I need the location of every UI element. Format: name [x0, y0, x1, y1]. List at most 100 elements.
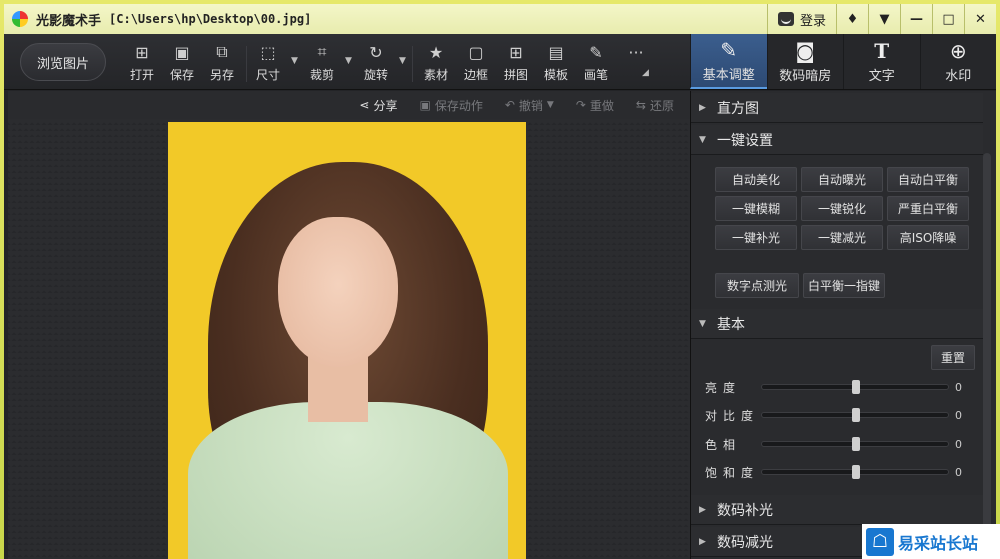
one-click-blur-button[interactable]: 一键模糊	[715, 196, 797, 221]
image-canvas[interactable]	[8, 119, 690, 559]
auto-beautify-button[interactable]: 自动美化	[715, 167, 797, 192]
material-label: 素材	[423, 68, 448, 82]
title-bar: 光影魔术手 [C:\Users\hp\Desktop\00.jpg] 登录 ♦ …	[4, 4, 996, 34]
maximize-button[interactable]: □	[932, 4, 964, 34]
crop-label: 裁剪	[309, 68, 334, 82]
tab-basic-adjust-label: 基本调整	[702, 68, 755, 83]
skin-button[interactable]: ♦	[836, 4, 868, 34]
section-one-click[interactable]: ▼ 一键设置	[691, 125, 983, 155]
login-button[interactable]: 登录	[766, 4, 836, 34]
digital-reduce-label: 数码减光	[717, 534, 773, 551]
border-label: 边框	[463, 68, 488, 82]
one-click-label: 一键设置	[717, 132, 773, 149]
brightness-thumb[interactable]	[852, 380, 860, 394]
saturation-slider[interactable]	[761, 465, 949, 479]
tab-watermark[interactable]: ⊕ 水印	[919, 34, 997, 89]
section-basic[interactable]: ▼ 基本	[691, 309, 983, 339]
rotate-icon: ↻	[369, 42, 383, 62]
one-click-fill-light-button[interactable]: 一键补光	[715, 225, 797, 250]
crop-icon: ⌗	[317, 42, 327, 61]
digital-fill-label: 数码补光	[717, 502, 773, 519]
crop-dropdown-icon[interactable]: ▼	[345, 56, 352, 66]
save-as-button[interactable]: ⧉ 另存	[202, 42, 242, 86]
severe-white-balance-button[interactable]: 严重白平衡	[887, 196, 969, 221]
saturation-value: 0	[955, 465, 962, 479]
expand-icon: ▶	[699, 102, 706, 113]
minimize-button[interactable]: —	[900, 4, 932, 34]
file-path: [C:\Users\hp\Desktop\00.jpg]	[109, 12, 312, 26]
brightness-value: 0	[955, 380, 962, 394]
saturation-slider-row: 饱和度 0	[705, 462, 975, 482]
auto-white-balance-button[interactable]: 自动白平衡	[887, 167, 969, 192]
menu-button[interactable]: ▼	[868, 4, 900, 34]
save-as-label: 另存	[209, 68, 234, 82]
tab-basic-adjust[interactable]: ✎ 基本调整	[690, 34, 767, 89]
collapse-icon: ▼	[699, 318, 706, 329]
app-body: 浏览图片 ⊞ 打开 ▣ 保存 ⧉ 另存 ⬚ 尺寸 ▼ ⌗ 裁剪 ▼ ↻ 旋转 ▼	[4, 34, 996, 559]
undo-label: 撤销	[518, 98, 543, 113]
saturation-thumb[interactable]	[852, 465, 860, 479]
resize-label: 尺寸	[255, 68, 280, 82]
rotate-dropdown-icon[interactable]: ▼	[399, 56, 406, 66]
restore-button[interactable]: ⇆ 还原	[636, 97, 674, 114]
collapse-icon: ▼	[699, 134, 706, 145]
redo-icon: ↷	[575, 98, 586, 112]
border-button[interactable]: ▢ 边框	[456, 42, 496, 86]
undo-icon: ↶	[504, 98, 515, 112]
resize-dropdown-icon[interactable]: ▼	[291, 56, 298, 66]
photo-image[interactable]	[168, 122, 526, 559]
rotate-button[interactable]: ↻ 旋转	[356, 42, 396, 86]
hue-value: 0	[955, 437, 962, 451]
high-iso-denoise-button[interactable]: 高ISO降噪	[887, 225, 969, 250]
open-button[interactable]: ⊞ 打开	[122, 42, 162, 86]
section-digital-fill[interactable]: ▶ 数码补光	[691, 495, 983, 525]
digital-spot-metering-button[interactable]: 数字点测光	[715, 273, 799, 298]
title-controls: 登录 ♦ ▼ — □ ✕	[766, 4, 996, 34]
site-watermark: ☖ 易采站长站	[862, 524, 1000, 559]
reset-button[interactable]: 重置	[931, 345, 975, 370]
brightness-slider[interactable]	[761, 380, 949, 394]
section-histogram[interactable]: ▶ 直方图	[691, 93, 983, 123]
more-dropdown-icon[interactable]: ◢	[642, 68, 649, 78]
tab-text[interactable]: T 文字	[843, 34, 920, 89]
saturation-label: 饱和度	[705, 465, 760, 480]
photo-shirt	[188, 402, 508, 559]
expand-icon: ▶	[699, 504, 706, 515]
white-balance-one-finger-button[interactable]: 白平衡一指键	[803, 273, 885, 298]
template-button[interactable]: ▤ 模板	[536, 42, 576, 86]
more-icon: ···	[628, 42, 644, 62]
save-button[interactable]: ▣ 保存	[162, 42, 202, 86]
crop-button[interactable]: ⌗ 裁剪	[302, 42, 342, 86]
more-button[interactable]: ···	[616, 42, 656, 86]
panel-scrollbar[interactable]	[983, 153, 991, 553]
login-label: 登录	[799, 13, 826, 29]
tab-digital-darkroom[interactable]: ◙ 数码暗房	[766, 34, 844, 89]
camera-icon: ◙	[795, 39, 815, 63]
toolbar-divider	[246, 46, 247, 82]
one-click-sharpen-button[interactable]: 一键锐化	[801, 196, 883, 221]
share-button[interactable]: ⋖ 分享	[359, 97, 397, 114]
expand-icon: ▶	[699, 536, 706, 547]
undo-button[interactable]: ↶ 撤销 ▼	[505, 97, 554, 114]
hue-thumb[interactable]	[852, 437, 860, 451]
resize-button[interactable]: ⬚ 尺寸	[248, 42, 288, 86]
material-button[interactable]: ★ 素材	[416, 42, 456, 86]
browse-images-button[interactable]: 浏览图片	[20, 43, 106, 81]
collage-button[interactable]: ⊞ 拼图	[496, 42, 536, 86]
auto-exposure-button[interactable]: 自动曝光	[801, 167, 883, 192]
save-action-button[interactable]: ▣ 保存动作	[419, 97, 482, 114]
one-click-reduce-light-button[interactable]: 一键减光	[801, 225, 883, 250]
contrast-thumb[interactable]	[852, 408, 860, 422]
brightness-slider-row: 亮度 0	[705, 377, 975, 397]
contrast-value: 0	[955, 408, 962, 422]
brush-icon: ✎	[589, 42, 603, 62]
brush-button[interactable]: ✎ 画笔	[576, 42, 616, 86]
restore-label: 还原	[649, 98, 674, 113]
contrast-slider[interactable]	[761, 408, 949, 422]
close-button[interactable]: ✕	[964, 4, 996, 34]
app-title: 光影魔术手	[36, 13, 102, 29]
undo-dropdown-icon[interactable]: ▼	[547, 100, 554, 110]
redo-button[interactable]: ↷ 重做	[576, 97, 614, 114]
hue-slider[interactable]	[761, 437, 949, 451]
material-icon: ★	[428, 42, 444, 62]
